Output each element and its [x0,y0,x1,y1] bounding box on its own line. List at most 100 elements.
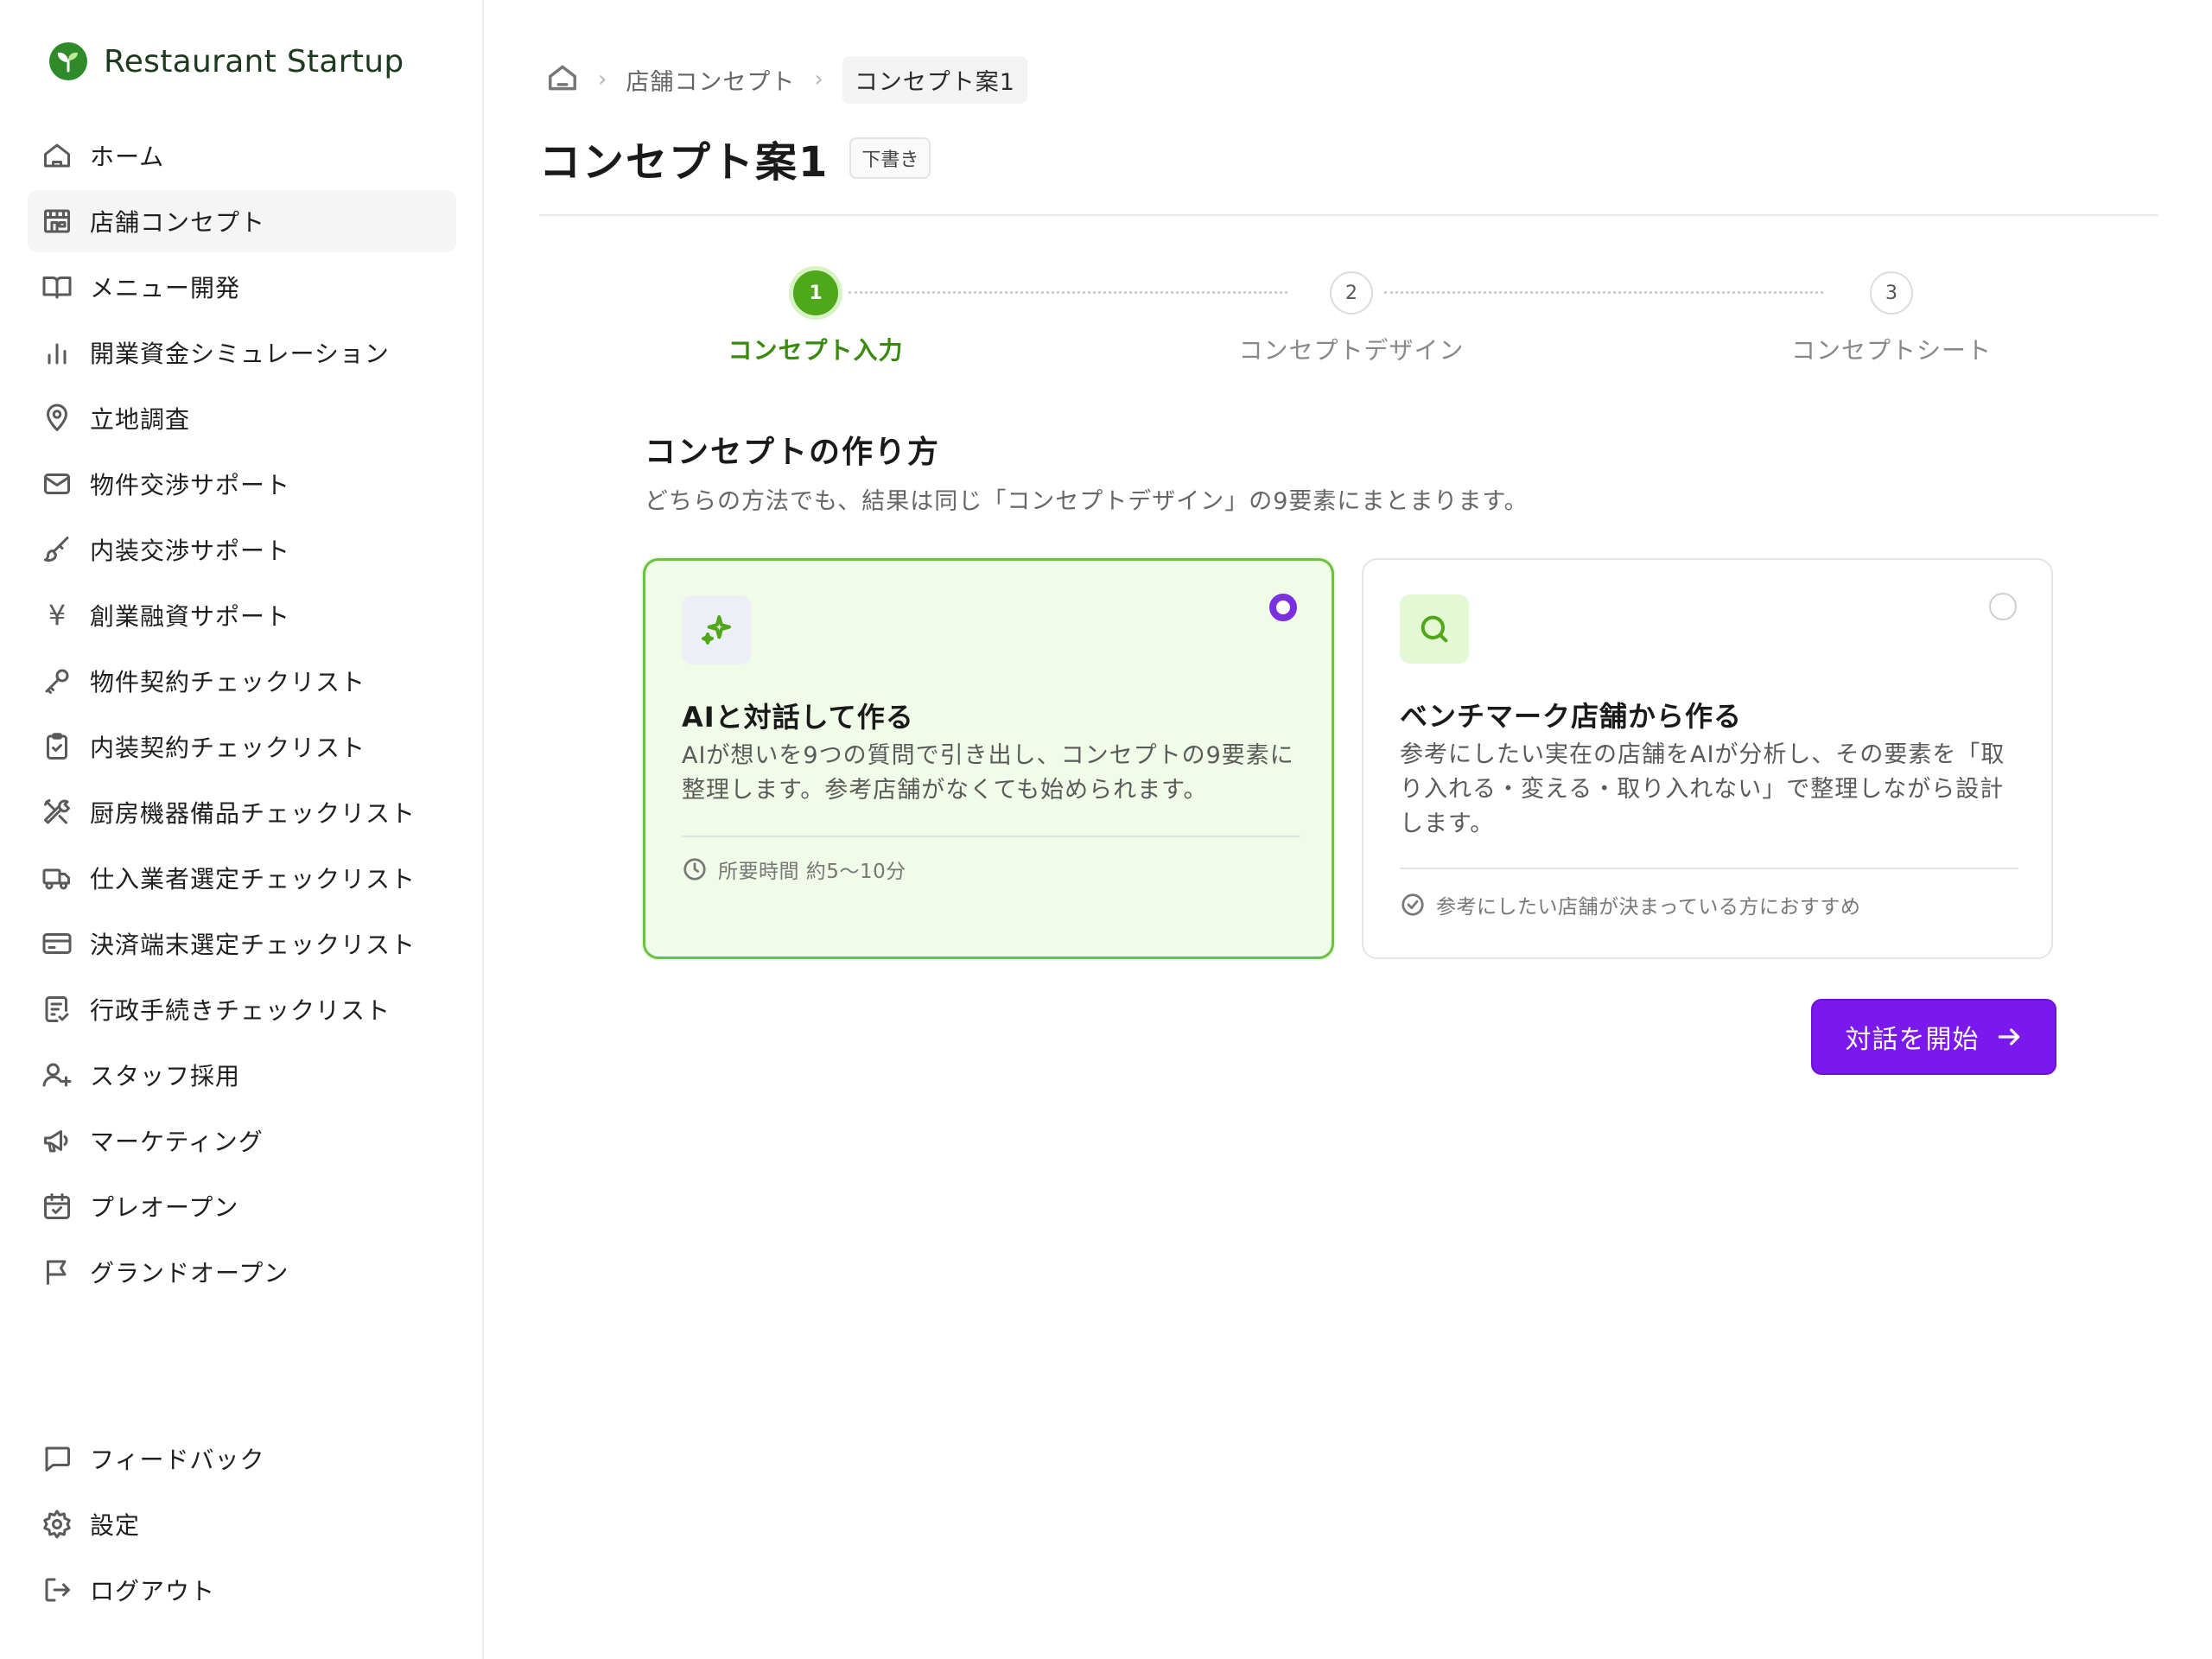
sidebar-item-label: 物件契約チェックリスト [90,668,366,696]
page-title: コンセプト案1 [539,138,830,187]
option-footer-text: 所要時間 約5〜10分 [718,861,906,883]
sidebar-item-feedback[interactable]: フィードバック [28,1427,456,1490]
clock-icon [683,858,706,880]
sidebar-item-menu-development[interactable]: メニュー開発 [28,256,456,318]
option-footer-text: 参考にしたい店舗が決まっている方におすすめ [1436,896,1861,918]
sidebar-item-interior-contract-checklist[interactable]: 内装契約チェックリスト [28,715,456,778]
clipboard-check-icon [41,731,73,762]
main-content: › 店舗コンセプト › コンセプト案1 コンセプト案1 下書き 1 コンセプト入… [486,0,2212,1659]
step-1-indicator: 1 [789,266,842,320]
option-description: 参考にしたい実在の店舗をAIが分析し、その要素を「取り入れる・変える・取り入れな… [1400,741,2005,837]
store-icon [41,206,73,237]
step-1-label: コンセプト入力 [728,336,904,365]
sidebar-item-label: ログアウト [90,1577,216,1605]
sidebar-item-label: プレオープン [90,1193,239,1222]
step-3-indicator: 3 [1870,271,1913,315]
sidebar-item-store-concept[interactable]: 店舗コンセプト [28,190,456,252]
sidebar-item-label: 設定 [90,1511,141,1540]
section-subtitle: どちらの方法でも、結果は同じ「コンセプトデザイン」の9要素にまとまります。 [645,488,1529,515]
option-card-benchmark-store[interactable]: ベンチマーク店舗から作る 参考にしたい実在の店舗をAIが分析し、その要素を「取り… [1362,558,2053,959]
sidebar-item-supplier-checklist[interactable]: 仕入業者選定チェックリスト [28,847,456,909]
credit-card-icon [41,928,73,959]
message-square-icon [41,1443,73,1474]
header-divider [539,214,2158,216]
option-footer: 参考にしたい店舗が決まっている方におすすめ [1400,890,1860,919]
yen-icon: ¥ [48,599,67,632]
sidebar-item-label: 厨房機器備品チェックリスト [90,799,416,828]
card-divider [1400,868,2018,869]
option-footer: 所要時間 約5〜10分 [682,855,906,884]
sidebar-item-location-research[interactable]: 立地調査 [28,387,456,449]
stepper: 1 コンセプト入力 2 コンセプトデザイン 3 コンセプトシート [486,259,2212,380]
option-card-ai-dialogue[interactable]: AIと対話して作る AIが想いを9つの質問で引き出し、コンセプトの9要素に整理し… [643,558,1334,959]
sidebar-item-kitchen-equipment-checklist[interactable]: 厨房機器備品チェックリスト [28,781,456,843]
sidebar-item-label: 仕入業者選定チェックリスト [90,865,416,893]
arrow-right-icon [1998,1028,2019,1046]
mail-icon [41,468,73,499]
sidebar-item-label: メニュー開発 [90,274,241,302]
brand-name: Restaurant Startup [104,43,404,79]
card-divider [682,836,1300,837]
page-title-row: コンセプト案1 下書き [539,128,931,188]
sidebar-item-property-contract-checklist[interactable]: 物件契約チェックリスト [28,650,456,712]
breadcrumb-store-concept[interactable]: 店舗コンセプト [626,63,795,97]
sidebar-item-property-negotiation[interactable]: 物件交渉サポート [28,453,456,515]
sidebar-item-label: 創業融資サポート [90,602,291,631]
sidebar-item-label: ホーム [90,143,165,171]
sidebar-item-interior-negotiation[interactable]: 内装交渉サポート [28,518,456,581]
step-3-label: コンセプトシート [1790,336,1993,365]
option-title: ベンチマーク店舗から作る [1400,700,1743,733]
search-icon [1400,594,1469,664]
calendar-check-icon [41,1191,73,1222]
sidebar-item-settings[interactable]: 設定 [28,1493,456,1555]
sidebar-item-label: 物件交渉サポート [90,471,291,499]
check-circle-icon [1402,893,1424,916]
megaphone-icon [41,1125,73,1156]
sidebar-item-payment-terminal-checklist[interactable]: 決済端末選定チェックリスト [28,912,456,975]
brand[interactable]: Restaurant Startup [48,41,404,81]
status-badge: 下書き [849,137,931,179]
sidebar-item-label: 立地調査 [90,405,191,434]
sidebar-item-funding-simulation[interactable]: 開業資金シミュレーション [28,321,456,384]
sidebar-item-startup-loan[interactable]: ¥ 創業融資サポート [28,584,456,646]
chevron-right-icon: › [598,67,607,92]
tools-icon [41,797,73,828]
sidebar-item-logout[interactable]: ログアウト [28,1559,456,1621]
book-open-icon [41,271,73,302]
sidebar-item-admin-procedures-checklist[interactable]: 行政手続きチェックリスト [28,978,456,1040]
sidebar-item-pre-open[interactable]: プレオープン [28,1175,456,1237]
sidebar: Restaurant Startup ホーム 店舗コンセプト メニュー開発 開業… [0,0,484,1659]
breadcrumb: › 店舗コンセプト › コンセプト案1 [546,55,1027,104]
logout-icon [41,1574,73,1605]
sidebar-item-label: フィードバック [90,1446,265,1474]
sidebar-item-label: マーケティング [90,1128,264,1156]
sidebar-item-home[interactable]: ホーム [28,124,456,187]
sidebar-item-grand-open[interactable]: グランドオープン [28,1241,456,1303]
sidebar-item-label: スタッフ採用 [90,1062,241,1090]
start-dialogue-button[interactable]: 対話を開始 [1811,999,2056,1075]
sidebar-item-label: 店舗コンセプト [90,208,266,237]
key-icon [41,665,73,696]
sidebar-item-staff-hiring[interactable]: スタッフ採用 [28,1044,456,1106]
sidebar-item-label: 内装契約チェックリスト [90,734,366,762]
start-dialogue-label: 対話を開始 [1845,1025,1980,1055]
map-pin-icon [41,403,73,434]
sidebar-item-label: グランドオープン [90,1259,289,1287]
breadcrumb-current: コンセプト案1 [842,55,1027,104]
sidebar-item-label: 内装交渉サポート [90,537,291,565]
sidebar-item-label: 決済端末選定チェックリスト [90,931,416,959]
document-check-icon [41,994,73,1025]
flag-icon [41,1256,73,1287]
user-plus-icon [41,1059,73,1090]
option-title: AIと対話して作る [682,701,914,734]
chevron-right-icon: › [814,67,823,92]
sidebar-item-marketing[interactable]: マーケティング [28,1109,456,1172]
option-radio-selected[interactable] [1269,594,1297,621]
sidebar-item-label: 開業資金シミュレーション [90,340,390,368]
option-radio-unselected[interactable] [1989,593,2017,620]
sprout-logo-icon [49,42,87,80]
section-title: コンセプトの作り方 [645,435,941,470]
sidebar-bottom-nav: フィードバック 設定 ログアウト [28,1427,456,1624]
sidebar-item-label: 行政手続きチェックリスト [90,996,391,1025]
home-icon[interactable] [546,61,579,98]
